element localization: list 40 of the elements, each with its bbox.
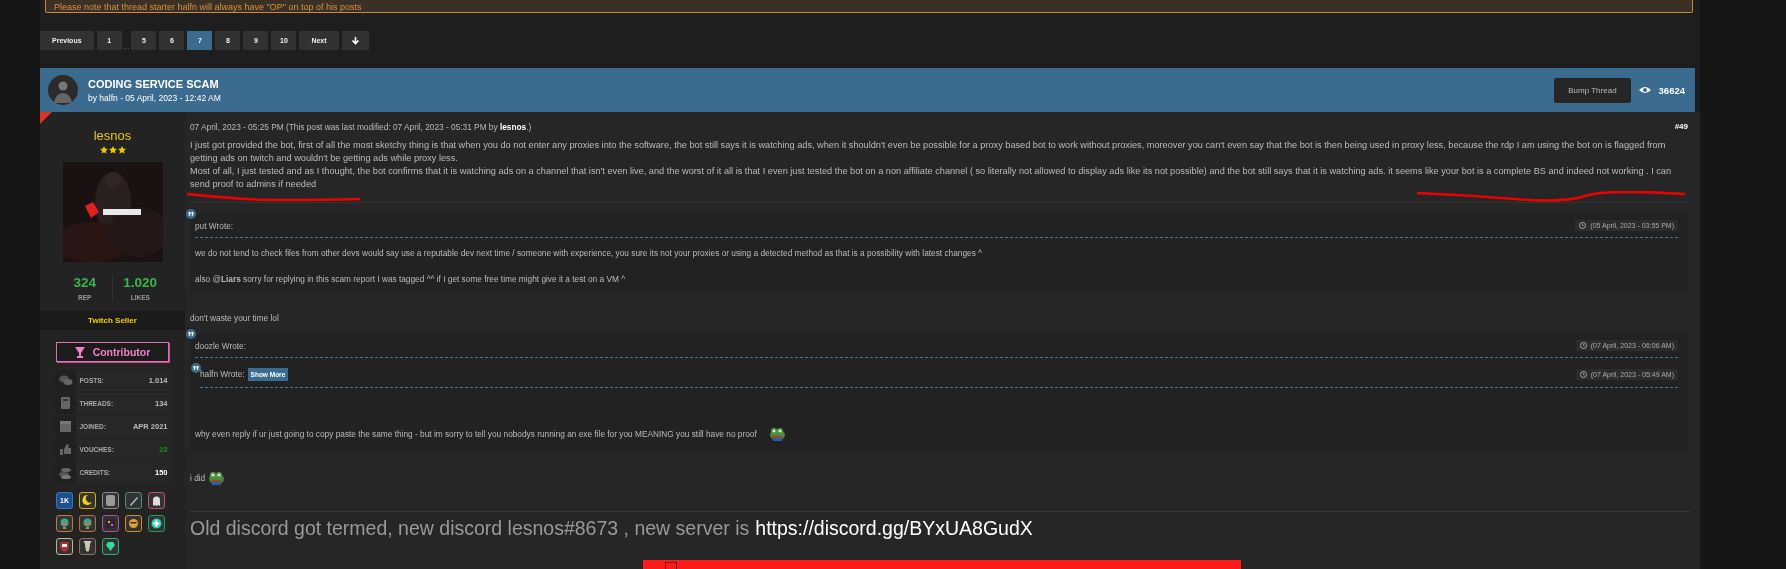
quote-author: halfn Wrote:: [200, 369, 245, 379]
thread-title: CODING SERVICE SCAM: [88, 77, 220, 90]
user-title: Twitch Seller: [40, 311, 185, 330]
quote-icon: [186, 209, 196, 219]
quote-icon: [191, 363, 201, 373]
notice-text: Please note that thread starter halfn will always have "OP" on top of his posts: [54, 3, 362, 12]
quote-author: put Wrote:: [195, 220, 234, 231]
scroll-down-button[interactable]: [341, 31, 369, 50]
reply-text: don't waste your time lol: [190, 313, 279, 323]
eye-icon: [1638, 86, 1651, 94]
rep-count: 324: [73, 275, 96, 290]
chat-icon: [57, 373, 73, 388]
rank-corner-icon: [40, 112, 52, 124]
view-count: 36624: [1658, 84, 1685, 96]
avatar-icon: [48, 75, 78, 105]
quote-text: we do not tend to check files from other devs would say use a reputable dev next time / someone with experience, you sure its not your proxies or using a detected method as that is a possibility with latest changes ^: [195, 248, 982, 258]
clock-icon: [1579, 371, 1587, 378]
rank-label: Contributor: [92, 346, 151, 358]
post-number: #49: [1674, 122, 1688, 132]
post-paragraph: Most of all, I just tested and as I thought, the bot confirms that it is watching ads on a channel that isn't even live, and the worst of it all is that I even just tested the bot on a non affiliate channel ( so literally not allowed to display ads like its not possible) and the bot still says that it is watching ads. it seems like your bot is a complete BS and indeed not working . I can send proof to admins if needed: [190, 165, 1673, 191]
likes-count: 1.020: [123, 275, 158, 290]
signature-link[interactable]: https://discord.gg/BYxUA8GudX: [755, 517, 1033, 540]
username: lesnos: [93, 128, 132, 143]
quote-author: doozle Wrote:: [195, 340, 247, 351]
calendar-icon: [57, 419, 73, 434]
clock-icon: [1579, 342, 1587, 349]
quote-text: also @Liars sorry for replying in this scam report I was tagged ^^ if I get some free time might give it a test on a VM ^: [195, 274, 626, 284]
post-date: 07 April, 2023 - 05:25 PM (This post was last modified: 07 April, 2023 - 05:31 PM by lesnos.): [190, 122, 532, 132]
quote-text: why even reply if ur just going to copy paste the same thing - but im sorry to tell you nobodys running an exe file for you MEANING you still have no proof: [195, 428, 757, 439]
coins-icon: [57, 465, 73, 480]
down-arrow-icon: [350, 36, 360, 45]
reply-text: i did: [190, 472, 206, 483]
bump-thread-button[interactable]: Bump Thread: [1554, 77, 1631, 103]
thumbs-up-icon: [57, 442, 73, 457]
quote-icon: [186, 329, 196, 339]
trophy-icon: [74, 346, 85, 358]
post-paragraph: I just got provided the bot, first of all the most sketchy thing is that when you do not enter any proxies into the software, the bot still says it is watching ads, when it shouldn't even be possible for a proxy based bot to work without proxies, moreover you can't even say that the bot is then being used in proxy less, because the rdp I am using the bot on is flagged from getting ads on twitch and wouldn't be getting ads while proxy less.: [190, 139, 1667, 165]
signature-text: Old discord got termed, new discord lesnos#8673 , new server is: [190, 517, 750, 540]
thread-byline: by halfn - 05 April, 2023 - 12:42 AM: [88, 92, 222, 103]
clock-icon: [1579, 222, 1587, 229]
